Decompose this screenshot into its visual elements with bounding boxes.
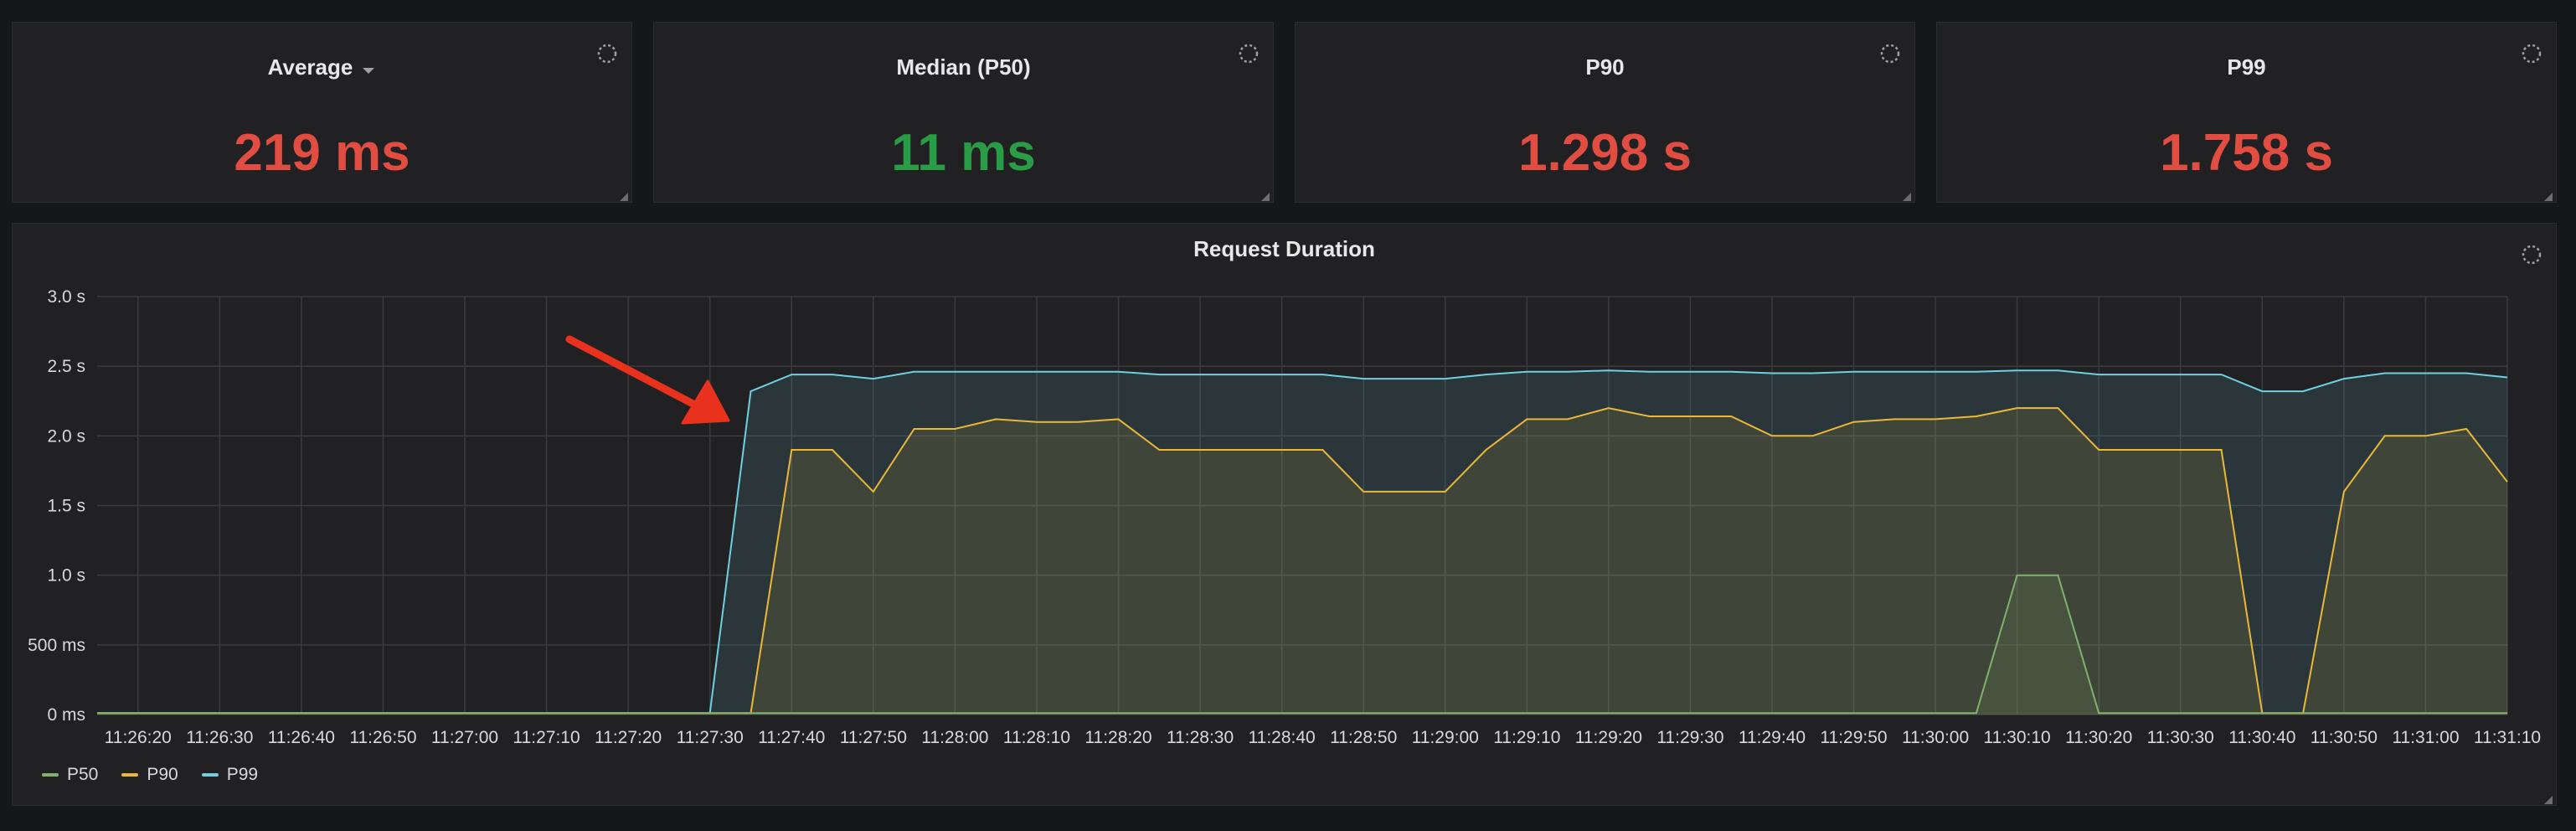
legend-label: P50 [67,765,99,784]
legend-item-p99[interactable]: P99 [201,765,259,785]
graph-panel-request-duration[interactable]: Request Duration [12,223,2557,806]
chevron-down-icon[interactable] [361,56,376,82]
stat-value: 219 ms [234,124,410,182]
resize-handle-icon[interactable] [1903,190,1911,201]
stat-title[interactable]: Average [13,54,631,82]
resize-handle-icon[interactable] [2544,793,2553,804]
resize-handle-icon[interactable] [620,190,628,201]
resize-handle-icon[interactable] [2544,190,2553,201]
loading-spinner-icon [1879,43,1901,65]
loading-spinner-icon [2521,43,2543,65]
loading-spinner-icon [1238,43,1260,65]
chart-legend: P50 P90 P99 [42,765,258,785]
resize-handle-icon[interactable] [1261,190,1270,201]
graph-title[interactable]: Request Duration [13,236,2556,262]
stat-value: 1.758 s [2160,124,2333,182]
legend-swatch [121,773,139,777]
legend-label: P99 [226,765,259,784]
legend-label: P90 [147,765,178,784]
stat-title-label: Average [267,54,353,80]
legend-swatch [201,773,219,777]
loading-spinner-icon [596,43,618,65]
stat-panel-p90[interactable]: P90 1.298 s [1295,22,1915,203]
stat-title[interactable]: P99 [1937,54,2556,80]
stat-panel-average[interactable]: Average 219 ms [12,22,632,203]
legend-item-p50[interactable]: P50 [42,765,98,785]
loading-spinner-icon [2521,244,2543,266]
stat-title[interactable]: Median (P50) [654,54,1273,80]
stat-panel-p99[interactable]: P99 1.758 s [1936,22,2557,203]
stat-title[interactable]: P90 [1296,54,1914,80]
stat-value: 11 ms [891,124,1036,182]
legend-item-p90[interactable]: P90 [121,765,178,785]
legend-swatch [42,773,59,777]
stat-panel-median[interactable]: Median (P50) 11 ms [653,22,1274,203]
stat-value: 1.298 s [1518,124,1692,182]
